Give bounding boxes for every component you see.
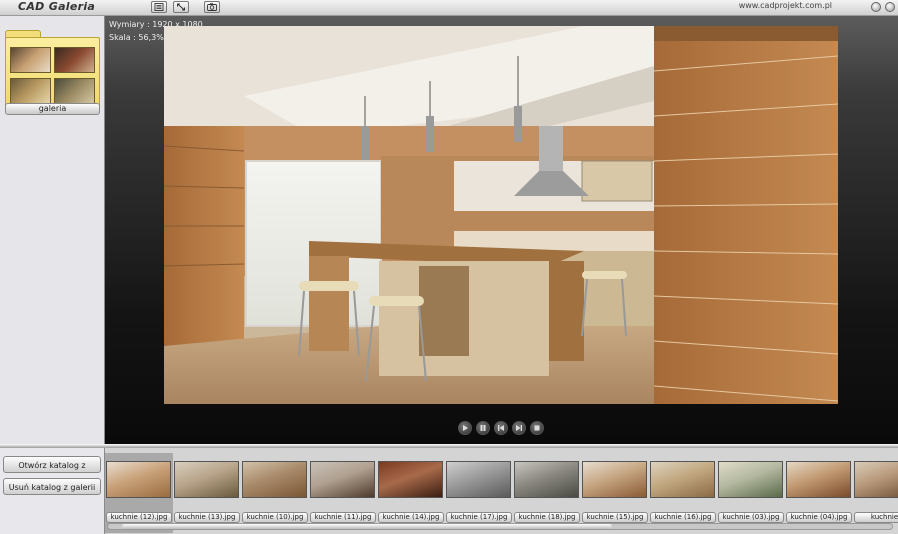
thumbnail-item[interactable]: kuchnie (15).jpg: [581, 453, 649, 533]
resize-icon[interactable]: [173, 1, 189, 13]
thumbnail-image[interactable]: [514, 461, 579, 498]
thumbnail-image[interactable]: [650, 461, 715, 498]
thumbnail-image[interactable]: [310, 461, 375, 498]
folder-preview-image: [10, 78, 51, 104]
next-icon[interactable]: [512, 421, 526, 435]
previous-icon[interactable]: [494, 421, 508, 435]
thumbnail-item[interactable]: kuchnie (11).jpg: [309, 453, 377, 533]
folder-preview-image: [54, 78, 95, 104]
scrollbar-thumb[interactable]: [122, 524, 612, 529]
minimize-icon[interactable]: [871, 2, 881, 12]
gallery-sidebar: galeria: [0, 16, 105, 444]
play-icon[interactable]: [458, 421, 472, 435]
thumbnail-label[interactable]: kuchnie (18).jpg: [514, 512, 580, 523]
remove-catalog-button[interactable]: Usuń katalog z galerii: [3, 478, 101, 495]
thumbnail-item[interactable]: kuchnie (17).jpg: [445, 453, 513, 533]
thumbnail-image[interactable]: [582, 461, 647, 498]
thumbnail-image[interactable]: [718, 461, 783, 498]
thumbnail-image[interactable]: [378, 461, 443, 498]
catalog-actions: Otwórz katalog z obrazami Usuń katalog z…: [0, 448, 105, 534]
title-bar: CAD Galeria www.cadprojekt.com.pl: [0, 0, 898, 16]
camera-icon[interactable]: [204, 1, 220, 13]
app-title: CAD Galeria: [18, 0, 96, 13]
kitchen-render: [164, 26, 838, 404]
thumbnail-strip: kuchnie (12).jpg kuchnie (13).jpg kuchnie …: [105, 453, 898, 533]
website-url[interactable]: www.cadprojekt.com.pl: [700, 1, 832, 10]
main-image[interactable]: [164, 26, 838, 404]
thumbnail-item[interactable]: kuchnie (: [853, 453, 898, 533]
thumbnail-label[interactable]: kuchnie (13).jpg: [174, 512, 240, 523]
thumbnail-item[interactable]: kuchnie (14).jpg: [377, 453, 445, 533]
thumbnail-image[interactable]: [174, 461, 239, 498]
thumbnail-item[interactable]: kuchnie (18).jpg: [513, 453, 581, 533]
thumbnail-scrollbar[interactable]: [107, 523, 893, 530]
thumbnail-image[interactable]: [786, 461, 851, 498]
stop-icon[interactable]: [530, 421, 544, 435]
thumbnail-item[interactable]: kuchnie (12).jpg: [105, 453, 173, 533]
folder-preview-image: [54, 47, 95, 73]
folder-label[interactable]: galeria: [5, 103, 100, 115]
close-icon[interactable]: [885, 2, 895, 12]
thumbnail-panel: kuchnie (12).jpg kuchnie (13).jpg kuchnie …: [105, 448, 898, 534]
thumbnail-label[interactable]: kuchnie (14).jpg: [378, 512, 444, 523]
thumbnail-label[interactable]: kuchnie (10).jpg: [242, 512, 308, 523]
folder-preview-image: [10, 47, 51, 73]
open-catalog-button[interactable]: Otwórz katalog z obrazami: [3, 456, 101, 487]
image-viewer: Wymiary : 1920 x 1080 Skala : 56,3%: [105, 16, 898, 444]
thumbnail-image[interactable]: [106, 461, 171, 498]
thumbnail-item[interactable]: kuchnie (10).jpg: [241, 453, 309, 533]
thumbnail-item[interactable]: kuchnie (13).jpg: [173, 453, 241, 533]
thumbnail-item[interactable]: kuchnie (03).jpg: [717, 453, 785, 533]
thumbnail-item[interactable]: kuchnie (16).jpg: [649, 453, 717, 533]
thumbnail-label[interactable]: kuchnie (16).jpg: [650, 512, 716, 523]
thumbnail-label[interactable]: kuchnie (12).jpg: [106, 512, 172, 523]
thumbnail-image[interactable]: [446, 461, 511, 498]
list-icon[interactable]: [151, 1, 167, 13]
scale-text: Skala : 56,3%: [109, 33, 164, 42]
thumbnail-label[interactable]: kuchnie (17).jpg: [446, 512, 512, 523]
thumbnail-label[interactable]: kuchnie (04).jpg: [786, 512, 852, 523]
gallery-folder[interactable]: [5, 30, 100, 113]
thumbnail-image[interactable]: [242, 461, 307, 498]
thumbnail-label[interactable]: kuchnie (11).jpg: [310, 512, 376, 523]
pause-icon[interactable]: [476, 421, 490, 435]
thumbnail-label[interactable]: kuchnie (: [854, 512, 898, 523]
thumbnail-image[interactable]: [854, 461, 898, 498]
thumbnail-item[interactable]: kuchnie (04).jpg: [785, 453, 853, 533]
thumbnail-label[interactable]: kuchnie (15).jpg: [582, 512, 648, 523]
thumbnail-label[interactable]: kuchnie (03).jpg: [718, 512, 784, 523]
